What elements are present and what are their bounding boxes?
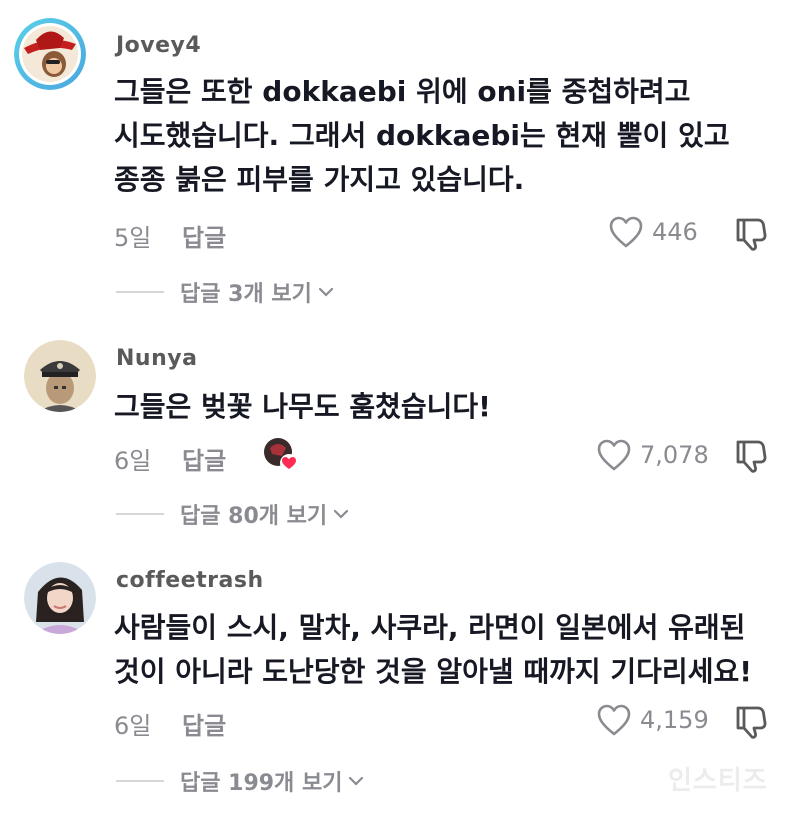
chevron-down-icon [349,776,364,786]
comment-text: 그들은 벚꽃 나무도 훔쳤습니다! [114,390,491,423]
divider-line [116,513,164,515]
like-count: 446 [652,218,698,246]
comment-time: 6일 [114,447,152,475]
like-button[interactable]: 446 [608,215,698,249]
comment-time: 5일 [114,224,152,252]
watermark: 인스티즈 [668,766,768,796]
view-replies-label: 답글 3개 보기 [180,282,312,307]
divider-line [116,291,164,293]
comment-time: 6일 [114,712,152,740]
reply-button[interactable]: 답글 [182,441,226,476]
dislike-button[interactable] [732,702,770,740]
comment-item: Nunya 그들은 벚꽃 나무도 훔쳤습니다! 6일 답글 7,078 답글 8… [0,310,800,540]
username[interactable]: Jovey4 [116,33,201,58]
like-count: 4,159 [640,706,709,734]
view-replies-label: 답글 80개 보기 [180,504,328,529]
comment-text: 그들은 또한 dokkaebi 위에 oni를 중첩하려고 시도했습니다. 그래… [114,75,730,196]
comment-text: 사람들이 스시, 말차, 사쿠라, 라면이 일본에서 유래된 것이 아니라 도난… [114,611,752,688]
view-replies-button[interactable]: 답글 199개 보기 [116,765,364,797]
avatar[interactable] [24,340,96,412]
divider-line [116,780,164,782]
thumbs-down-icon [736,706,767,739]
like-count: 7,078 [640,441,709,469]
comment-item: Jovey4 그들은 또한 dokkaebi 위에 oni를 중첩하려고 시도했… [0,0,800,310]
avatar[interactable] [24,562,96,634]
chevron-down-icon [318,287,333,297]
creator-liked-badge [262,436,300,474]
view-replies-button[interactable]: 답글 80개 보기 [116,498,349,530]
like-button[interactable]: 7,078 [596,438,709,472]
like-button[interactable]: 4,159 [596,703,709,737]
heart-outline-icon [609,216,643,248]
reply-button[interactable]: 답글 [182,706,226,741]
thumbs-down-icon [736,440,767,473]
reply-button[interactable]: 답글 [182,218,226,253]
username[interactable]: coffeetrash [116,568,264,593]
avatar[interactable] [14,18,86,90]
chevron-down-icon [334,509,349,519]
thumbs-down-icon [736,218,767,251]
username[interactable]: Nunya [116,346,197,371]
dislike-button[interactable] [732,214,770,252]
creator-liked-heart-icon [264,438,298,472]
heart-outline-icon [597,439,631,471]
view-replies-label: 답글 199개 보기 [180,771,343,796]
view-replies-button[interactable]: 답글 3개 보기 [116,276,334,308]
dislike-button[interactable] [732,436,770,474]
heart-outline-icon [597,704,631,736]
